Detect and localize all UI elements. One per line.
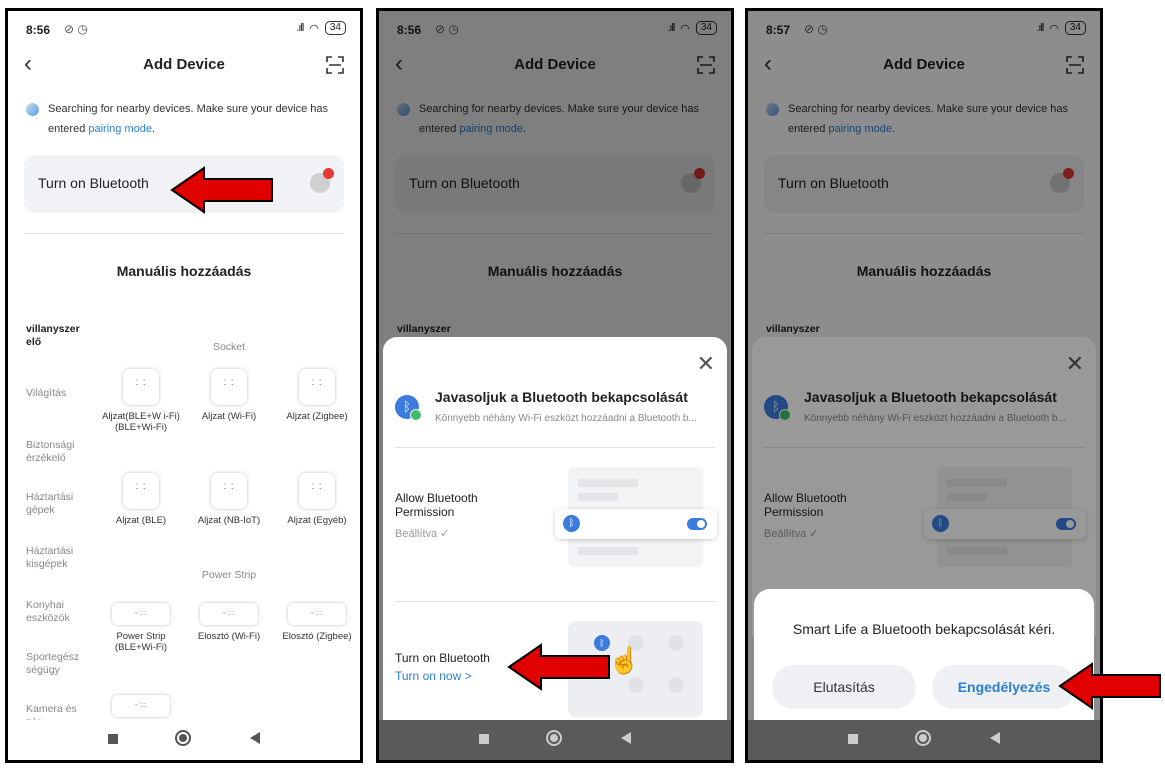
socket-icon [123,473,159,509]
signal-icon: .ıll [296,22,304,34]
sheet-subtitle: Könnyebb néhány Wi-Fi eszközt hozzáadni … [435,413,697,424]
search-message: Searching for nearby devices. Make sure … [26,99,346,139]
socket-icon [299,473,335,509]
phone-screen-2: 8:56 ⊘ ◷ .ıll ◠ 34 ‹ Add Device Searchin… [376,8,734,763]
sidebar-item[interactable]: Konyhai eszközök [26,599,90,625]
dialog-title: Smart Life a Bluetooth bekapcsolását kér… [792,621,1056,637]
searching-spinner-icon [26,103,39,116]
red-arrow-icon [170,166,273,214]
red-arrow-icon [1058,662,1161,710]
android-nav-bar [379,720,731,760]
socket-icon [123,369,159,405]
red-arrow-icon [507,643,610,691]
android-nav-bar [748,720,1100,760]
back-nav-icon[interactable] [621,732,631,744]
section-power-strip: Power Strip [201,569,257,581]
sidebar-item[interactable]: Biztonsági érzékelő [26,439,90,465]
add-device-screen: 8:56 ⊘ ◷ .ıll ◠ 34 ‹ Add Device Searchin… [8,11,360,760]
hand-tap-icon: ☝ [608,645,641,675]
device-item[interactable]: Aljzat (Wi-Fi) [186,369,272,422]
sidebar-item[interactable]: villanyszer elő [26,323,90,349]
device-item[interactable]: ▫ :::: [98,695,184,723]
turn-on-now-link[interactable]: Turn on now > [395,669,472,683]
bluetooth-alert-icon [310,168,334,193]
device-item[interactable]: Aljzat (Egyéb) [274,473,360,526]
status-bar: 8:56 ⊘ ◷ .ıll ◠ 34 [8,21,360,41]
home-icon[interactable] [915,730,931,746]
title-bar: ‹ Add Device [8,51,360,81]
back-nav-icon[interactable] [250,732,260,744]
recents-icon[interactable] [108,734,118,744]
close-icon[interactable]: ✕ [697,351,715,377]
bluetooth-permission-dialog: Smart Life a Bluetooth bekapcsolását kér… [754,589,1094,725]
sheet-title: Javasoljuk a Bluetooth bekapcsolását [435,389,688,405]
status-right: .ıll ◠ 34 [296,21,346,35]
section-socket: Socket [212,341,246,353]
android-nav-bar [8,720,360,760]
phone-screen-1: 8:56 ⊘ ◷ .ıll ◠ 34 ‹ Add Device Searchin… [5,8,363,763]
bluetooth-icon: ᛒ [563,515,580,532]
device-item[interactable]: Aljzat(BLE+W i-Fi) (BLE+Wi-Fi) [98,369,184,433]
scan-icon[interactable] [326,56,344,74]
power-strip-icon: ▫ :::: [288,603,346,625]
power-strip-icon: ▫ :::: [112,603,170,625]
device-item[interactable]: Aljzat (NB-IoT) [186,473,272,526]
device-item[interactable]: ▫ :::: Elosztó (Wi-Fi) [186,603,272,642]
socket-icon [299,369,335,405]
divider [24,233,344,234]
power-strip-icon: ▫ :::: [200,603,258,625]
permission-status: Beállítva ✓ [395,528,450,540]
socket-icon [211,473,247,509]
notification-icons: ⊘ ◷ [64,22,88,36]
sidebar-item[interactable]: Világítás [26,387,90,400]
device-item[interactable]: Aljzat (BLE) [98,473,184,526]
sidebar-item[interactable]: Háztartási gépek [26,491,90,517]
bluetooth-card-label: Turn on Bluetooth [38,175,149,191]
home-icon[interactable] [546,730,562,746]
toggle-on-icon [687,518,707,530]
recents-icon[interactable] [479,734,489,744]
device-item[interactable]: Aljzat (Zigbee) [274,369,360,422]
sidebar-item[interactable]: Háztartási kisgépek [26,545,90,571]
pairing-mode-link[interactable]: pairing mode [88,123,152,135]
recents-icon[interactable] [848,734,858,744]
sidebar-item[interactable]: Sportegész ségügy [26,651,90,677]
device-item[interactable]: ▫ :::: Power Strip (BLE+Wi-Fi) [98,603,184,653]
permission-toggle-illustration: ᛒ [555,509,717,539]
allow-button[interactable]: Engedélyezés [932,665,1076,709]
divider [395,447,715,448]
battery-indicator: 34 [324,21,346,35]
deny-button[interactable]: Elutasítás [772,665,916,709]
turn-on-label: Turn on Bluetooth [395,651,490,665]
page-title: Add Device [143,56,225,73]
device-item[interactable]: ▫ :::: Elosztó (Zigbee) [274,603,360,642]
socket-icon [211,369,247,405]
wifi-icon: ◠ [309,22,319,35]
divider [395,601,715,602]
phone-screen-3: 8:57 ⊘ ◷ .ıll ◠ 34 ‹ Add Device Searchin… [745,8,1103,763]
bluetooth-icon: ᛒ [395,395,422,421]
home-icon[interactable] [175,730,191,746]
permission-label: Allow Bluetooth Permission [395,491,478,519]
back-nav-icon[interactable] [990,732,1000,744]
power-strip-icon: ▫ :::: [112,695,170,717]
manual-add-heading: Manuális hozzáadás [116,263,252,279]
status-time: 8:56 [26,23,51,37]
